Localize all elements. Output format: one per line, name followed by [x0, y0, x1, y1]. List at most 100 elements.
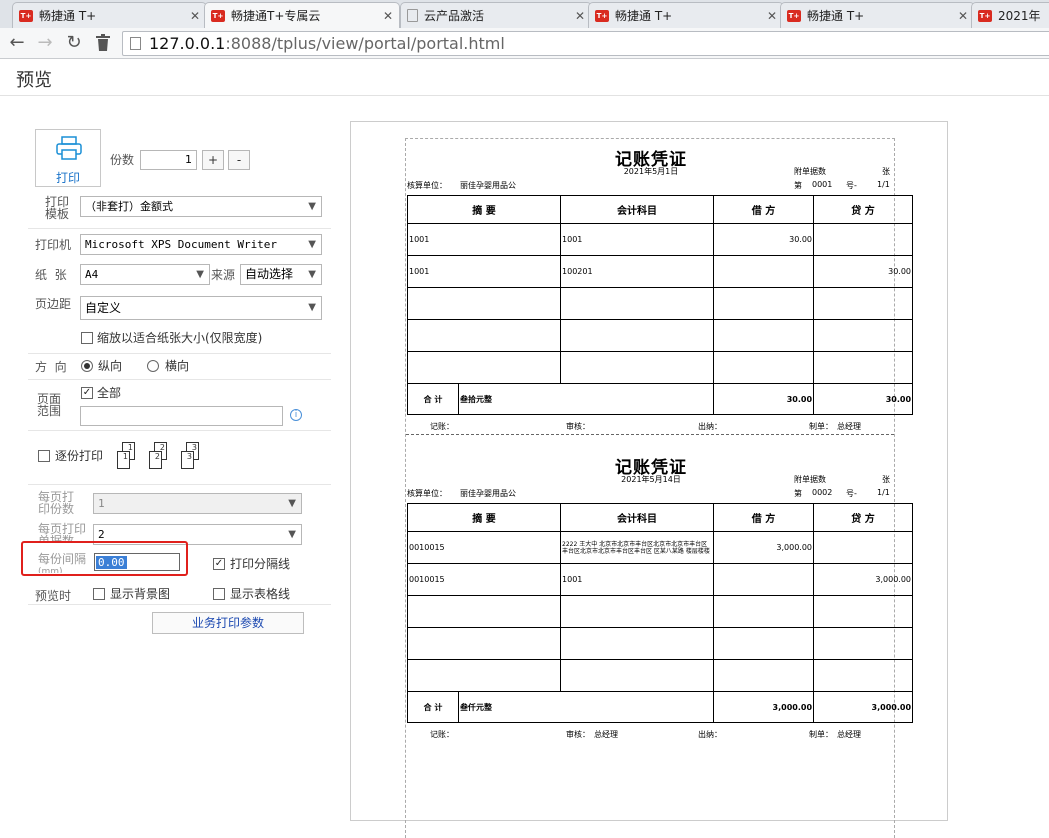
- accounting-unit-label: 核算单位：: [407, 181, 447, 190]
- fit-to-page-checkbox[interactable]: [81, 332, 93, 344]
- interval-input[interactable]: 0.00: [94, 553, 180, 571]
- info-icon[interactable]: i: [290, 409, 302, 421]
- collate-pages-icon: 3 3: [181, 442, 201, 469]
- chevron-down-icon: ▼: [308, 302, 316, 313]
- summary-cell: [406, 287, 562, 320]
- show-gridlines-checkbox[interactable]: [213, 588, 225, 600]
- business-print-params-button[interactable]: 业务打印参数: [152, 612, 304, 634]
- maker-value: 总经理: [837, 422, 861, 431]
- url-host: 127.0.0.1: [149, 34, 226, 53]
- voucher-table: 摘 要 会计科目 借 方 贷 方 1001 1001 30.00 1001 10…: [406, 195, 914, 415]
- forward-arrow-icon[interactable]: →: [33, 31, 57, 55]
- browser-tab-active[interactable]: T+ 畅捷通T+专属云 ✕: [204, 2, 400, 28]
- page-range-input[interactable]: [80, 406, 283, 426]
- browser-tab[interactable]: T+ 畅捷通 T+ ✕: [12, 2, 207, 28]
- printer-select[interactable]: Microsoft XPS Document Writer ▼: [80, 234, 322, 255]
- preview-label: 预览时: [35, 589, 72, 603]
- summary-cell: 0010015: [406, 563, 562, 596]
- show-background-checkbox[interactable]: [93, 588, 105, 600]
- voucher-row: 0010015 2222 王大中 北京市北京市丰台区北京市北京市丰台区丰台区北京…: [406, 531, 914, 564]
- browser-tab[interactable]: T+ 2021年: [971, 2, 1049, 28]
- chevron-down-icon: ▼: [308, 201, 316, 212]
- close-icon[interactable]: ✕: [575, 9, 585, 23]
- t-plus-favicon-icon: T+: [787, 9, 801, 22]
- voucher-no-suffix: 号-: [846, 181, 857, 190]
- collate-checkbox[interactable]: [38, 450, 50, 462]
- maker-label: 制单：: [809, 422, 833, 431]
- credit-cell: [813, 351, 914, 384]
- account-cell: 1001: [560, 563, 715, 596]
- debit-cell: [713, 595, 815, 628]
- paper-source-select[interactable]: 自动选择 ▼: [240, 264, 322, 285]
- summary-cell: 0010015: [406, 531, 562, 564]
- margin-select[interactable]: 自定义 ▼: [80, 296, 322, 320]
- voucher-row: [406, 595, 914, 628]
- account-cell: 100201: [560, 255, 715, 288]
- close-icon[interactable]: ✕: [383, 9, 393, 23]
- print-separator-checkbox[interactable]: ✓: [213, 558, 225, 570]
- attachments-unit: 张: [882, 475, 890, 484]
- copies-input[interactable]: 1: [140, 150, 197, 170]
- margin-label: 页边距: [35, 297, 72, 311]
- back-arrow-icon[interactable]: ←: [5, 31, 29, 55]
- debit-cell: [713, 319, 815, 352]
- voucher-header-row: 摘 要 会计科目 借 方 贷 方: [406, 503, 914, 532]
- attachments-label: 附单据数: [794, 167, 826, 176]
- close-icon[interactable]: ✕: [767, 9, 777, 23]
- all-pages-checkbox[interactable]: ✓: [81, 387, 93, 399]
- template-select[interactable]: （非套打）金额式 ▼: [80, 196, 322, 217]
- debit-cell: [713, 351, 815, 384]
- summary-cell: [406, 627, 562, 660]
- collate-pages-icon: 2 2: [149, 442, 169, 469]
- print-button[interactable]: 打印: [35, 129, 101, 187]
- account-cell: [560, 595, 715, 628]
- template-label: 模板: [45, 207, 70, 221]
- debit-cell: [713, 627, 815, 660]
- divider: [28, 353, 331, 354]
- printer-value: Microsoft XPS Document Writer: [85, 238, 278, 251]
- voucher-number: 0001: [812, 180, 833, 189]
- voucher-header-row: 摘 要 会计科目 借 方 贷 方: [406, 195, 914, 224]
- header-credit: 贷 方: [813, 503, 914, 532]
- divider: [28, 430, 331, 431]
- browser-tab[interactable]: T+ 畅捷通 T+ ✕: [780, 2, 975, 28]
- portrait-radio[interactable]: [81, 360, 93, 372]
- browser-tab[interactable]: 云产品激活 ✕: [400, 2, 592, 28]
- paper-size-select[interactable]: A4 ▼: [80, 264, 210, 285]
- all-pages-label: 全部: [97, 386, 122, 400]
- divider: [28, 379, 331, 380]
- url-path: :8088/tplus/view/portal/portal.html: [225, 34, 505, 53]
- trash-icon[interactable]: [91, 31, 115, 55]
- browser-tab[interactable]: T+ 畅捷通 T+ ✕: [588, 2, 784, 28]
- close-icon[interactable]: ✕: [190, 9, 200, 23]
- per-page-copies-value: 1: [98, 497, 105, 510]
- copies-decrement-button[interactable]: -: [228, 150, 250, 170]
- per-page-copies-select[interactable]: 1 ▼: [93, 493, 302, 514]
- reload-icon[interactable]: ↻: [62, 31, 86, 55]
- divider: [28, 484, 331, 485]
- landscape-label: 横向: [165, 359, 190, 373]
- close-icon[interactable]: ✕: [958, 9, 968, 23]
- voucher-row: 0010015 1001 3,000.00: [406, 563, 914, 596]
- accounting-unit-value: 丽佳孕婴用品公: [460, 181, 516, 190]
- credit-cell: [813, 659, 914, 692]
- voucher-table: 摘 要 会计科目 借 方 贷 方 0010015 2222 王大中 北京市北京市…: [406, 503, 914, 723]
- address-bar[interactable]: 127.0.0.1:8088/tplus/view/portal/portal.…: [122, 31, 1049, 56]
- landscape-radio[interactable]: [147, 360, 159, 372]
- browser-tabstrip: T+ 畅捷通 T+ ✕ 云产品激活 ✕ T+ 畅捷通 T+ ✕ T+ 畅捷通 T…: [0, 0, 1049, 28]
- voucher-row: 1001 1001 30.00: [406, 223, 914, 256]
- copies-label: 份数: [110, 153, 135, 167]
- printer-label: 打印机: [35, 238, 72, 252]
- preview-page: 记账凭证 2021年5月1日 附单据数 张 核算单位： 丽佳孕婴用品公 第 00…: [405, 138, 914, 838]
- source-value: 自动选择: [245, 267, 294, 281]
- print-separator-label: 打印分隔线: [230, 557, 291, 571]
- collate-pages-icon: 1 1: [117, 442, 137, 469]
- voucher-total-row: 合 计 叁仟元整 3,000.00 3,000.00: [407, 691, 914, 723]
- voucher-no-suffix: 号-: [846, 489, 857, 498]
- chevron-down-icon: ▼: [308, 239, 316, 250]
- browser-toolbar: ← → ↻ 127.0.0.1:8088/tplus/view/portal/p…: [0, 28, 1049, 59]
- copies-increment-button[interactable]: +: [202, 150, 224, 170]
- paper-value: A4: [85, 268, 99, 281]
- fit-to-page-label: 缩放以适合纸张大小(仅限宽度): [97, 331, 263, 345]
- voucher-number: 0002: [812, 488, 833, 497]
